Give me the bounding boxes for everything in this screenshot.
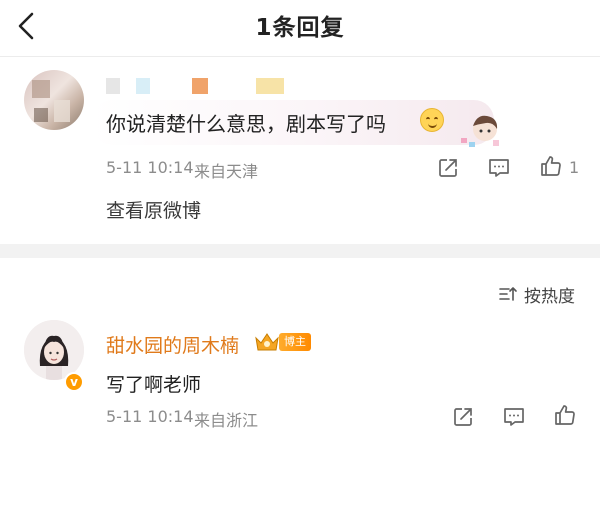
like-icon — [541, 156, 561, 176]
verified-icon: v — [64, 372, 84, 392]
like-count: 1 — [569, 158, 580, 177]
share-icon — [454, 408, 472, 426]
sort-icon — [499, 287, 517, 301]
blurred-username — [106, 78, 296, 94]
section-separator — [0, 244, 600, 258]
comment-time: 5-11 10:14 — [106, 158, 194, 177]
avatar-sticker — [461, 115, 499, 147]
reply-source: 来自浙江 — [194, 411, 259, 430]
sort-by-heat-button[interactable]: 按热度 — [498, 282, 575, 307]
reply-username[interactable]: 甜水园的周木楠 — [106, 331, 239, 358]
replier-avatar[interactable] — [24, 320, 84, 380]
comment-icon — [504, 408, 524, 426]
reply-comment-button[interactable] — [502, 405, 526, 429]
comment-source: 来自天津 — [194, 162, 259, 181]
blogger-badge: 博主 — [279, 333, 311, 351]
smiley-emoji-icon — [420, 108, 444, 132]
sort-label: 按热度 — [524, 286, 575, 307]
crown-icon — [255, 333, 279, 351]
reply-text: 写了啊老师 — [106, 374, 202, 396]
comment-icon — [489, 159, 509, 177]
header-divider — [0, 56, 600, 57]
reply-time: 5-11 10:14 — [106, 407, 194, 426]
reply-like-button[interactable] — [553, 403, 577, 427]
comment-text: 你说清楚什么意思，剧本写了吗 — [106, 112, 386, 136]
share-icon — [439, 159, 457, 177]
like-icon — [555, 405, 575, 425]
page-title: 1条回复 — [255, 15, 345, 41]
reply-share-button[interactable] — [451, 405, 475, 429]
commenter-avatar[interactable] — [24, 70, 84, 130]
comment-button[interactable] — [487, 156, 511, 180]
share-button[interactable] — [436, 156, 460, 180]
view-original-weibo-link[interactable]: 查看原微博 — [106, 196, 201, 223]
like-button[interactable] — [539, 154, 563, 178]
